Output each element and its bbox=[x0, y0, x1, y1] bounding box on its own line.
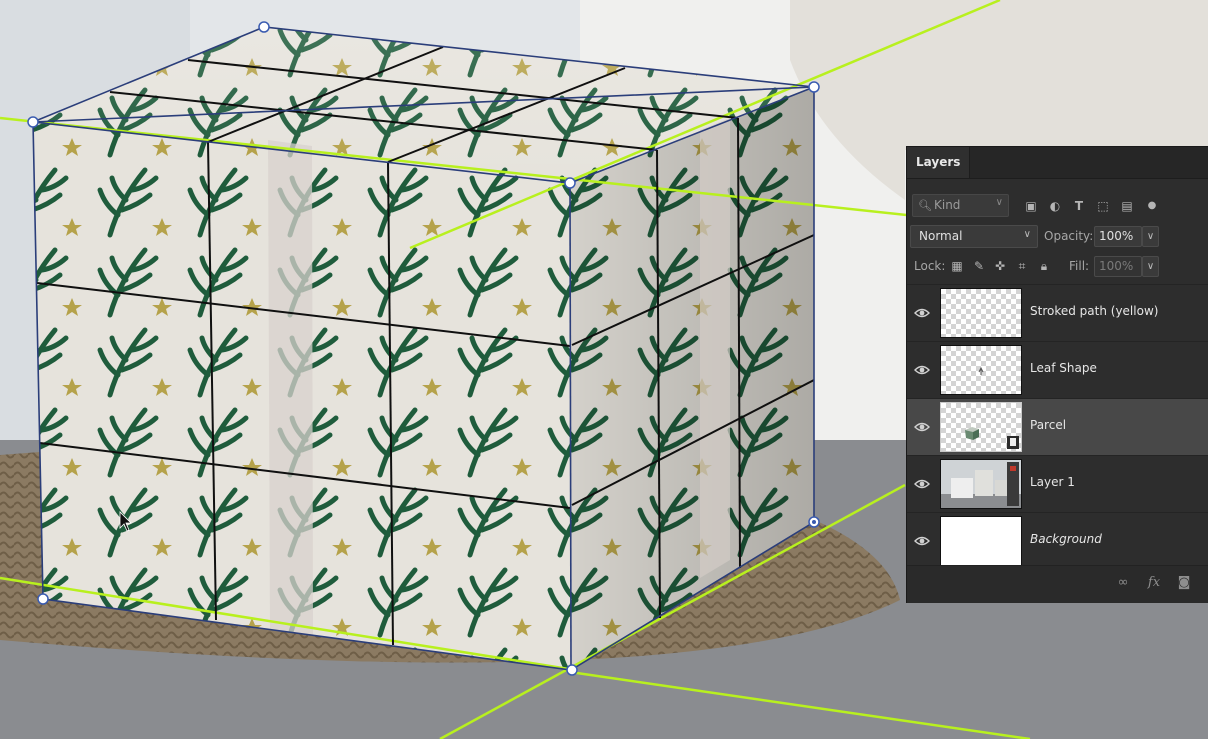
anchor-top-left bbox=[27, 116, 39, 128]
layer-name: Background bbox=[1030, 532, 1102, 546]
lock-transparent-pixels-icon[interactable]: ▦ bbox=[950, 259, 964, 273]
layer-name: Leaf Shape bbox=[1030, 361, 1097, 375]
layer-thumbnail bbox=[940, 288, 1022, 338]
blend-mode-value: Normal bbox=[919, 229, 963, 243]
anchor-top-right bbox=[808, 81, 820, 93]
visibility-eye-icon[interactable] bbox=[914, 476, 930, 492]
search-icon: 🔍︎ bbox=[918, 199, 932, 212]
layer-name: Layer 1 bbox=[1030, 475, 1075, 489]
layer-row-layer-1[interactable]: Layer 1 bbox=[907, 455, 1208, 512]
lock-image-pixels-icon[interactable]: ✎ bbox=[972, 259, 986, 273]
opacity-dropdown-button[interactable]: ∨ bbox=[1142, 226, 1159, 247]
shape-filter-icon[interactable]: ⬚ bbox=[1095, 198, 1111, 214]
add-mask-icon[interactable]: ◙ bbox=[1175, 574, 1193, 592]
layer-name: Stroked path (yellow) bbox=[1030, 304, 1159, 318]
chevron-down-icon: ∨ bbox=[995, 197, 1003, 208]
layer-name: Parcel bbox=[1030, 418, 1067, 432]
filter-toggle-icon[interactable]: ● bbox=[1144, 198, 1160, 214]
lock-label: Lock: bbox=[914, 259, 946, 273]
anchor-front-top bbox=[564, 177, 576, 189]
visibility-eye-icon[interactable] bbox=[914, 533, 930, 549]
type-filter-icon[interactable]: T bbox=[1071, 198, 1087, 214]
layer-row-leaf-shape[interactable]: Leaf Shape bbox=[907, 341, 1208, 398]
blend-mode-select[interactable]: Normal ∨ bbox=[910, 225, 1038, 248]
filter-kind-select[interactable]: 🔍︎ Kind ∨ bbox=[912, 194, 1009, 217]
layers-panel: Layers 🔍︎ Kind ∨ ▣ ◐ T ⬚ ▤ ● Normal ∨ Op… bbox=[906, 146, 1208, 603]
lock-artboard-icon[interactable]: ⌗ bbox=[1015, 259, 1029, 273]
link-layers-icon[interactable]: ∞ bbox=[1114, 574, 1132, 592]
visibility-eye-icon[interactable] bbox=[914, 419, 930, 435]
fill-label: Fill: bbox=[1069, 259, 1090, 273]
chevron-down-icon: ∨ bbox=[1023, 229, 1031, 240]
filter-kind-label: Kind bbox=[934, 198, 961, 212]
lock-position-icon[interactable]: ✜ bbox=[993, 259, 1007, 273]
visibility-eye-icon[interactable] bbox=[914, 362, 930, 378]
visibility-eye-icon[interactable] bbox=[914, 305, 930, 321]
layer-thumbnail bbox=[940, 516, 1022, 566]
panel-footer: ∞ fx ◙ bbox=[907, 565, 1208, 603]
layer-thumbnail bbox=[940, 345, 1022, 395]
anchor-top-back bbox=[258, 21, 270, 33]
layer-row-parcel[interactable]: Parcel bbox=[907, 398, 1208, 455]
layer-row-stroked-path[interactable]: Stroked path (yellow) bbox=[907, 284, 1208, 341]
layers-tab[interactable]: Layers bbox=[907, 147, 971, 178]
fill-input[interactable]: 100% bbox=[1094, 256, 1142, 277]
layer-thumbnail bbox=[940, 459, 1022, 509]
fx-icon[interactable]: fx bbox=[1145, 574, 1163, 592]
image-filter-icon[interactable]: ▣ bbox=[1023, 198, 1039, 214]
panel-tab-bar: Layers bbox=[907, 147, 1208, 179]
anchor-bottom-front bbox=[566, 664, 578, 676]
layer-thumbnail bbox=[940, 402, 1022, 452]
anchor-bottom-left bbox=[37, 593, 49, 605]
adjustment-filter-icon[interactable]: ◐ bbox=[1047, 198, 1063, 214]
smart-object-filter-icon[interactable]: ▤ bbox=[1119, 198, 1135, 214]
layer-row-background[interactable]: Background bbox=[907, 512, 1208, 569]
opacity-input[interactable]: 100% bbox=[1094, 226, 1142, 247]
fill-dropdown-button[interactable]: ∨ bbox=[1142, 256, 1159, 277]
lock-all-icon[interactable]: 🔒︎ bbox=[1037, 259, 1051, 273]
opacity-label: Opacity: bbox=[1044, 229, 1094, 243]
